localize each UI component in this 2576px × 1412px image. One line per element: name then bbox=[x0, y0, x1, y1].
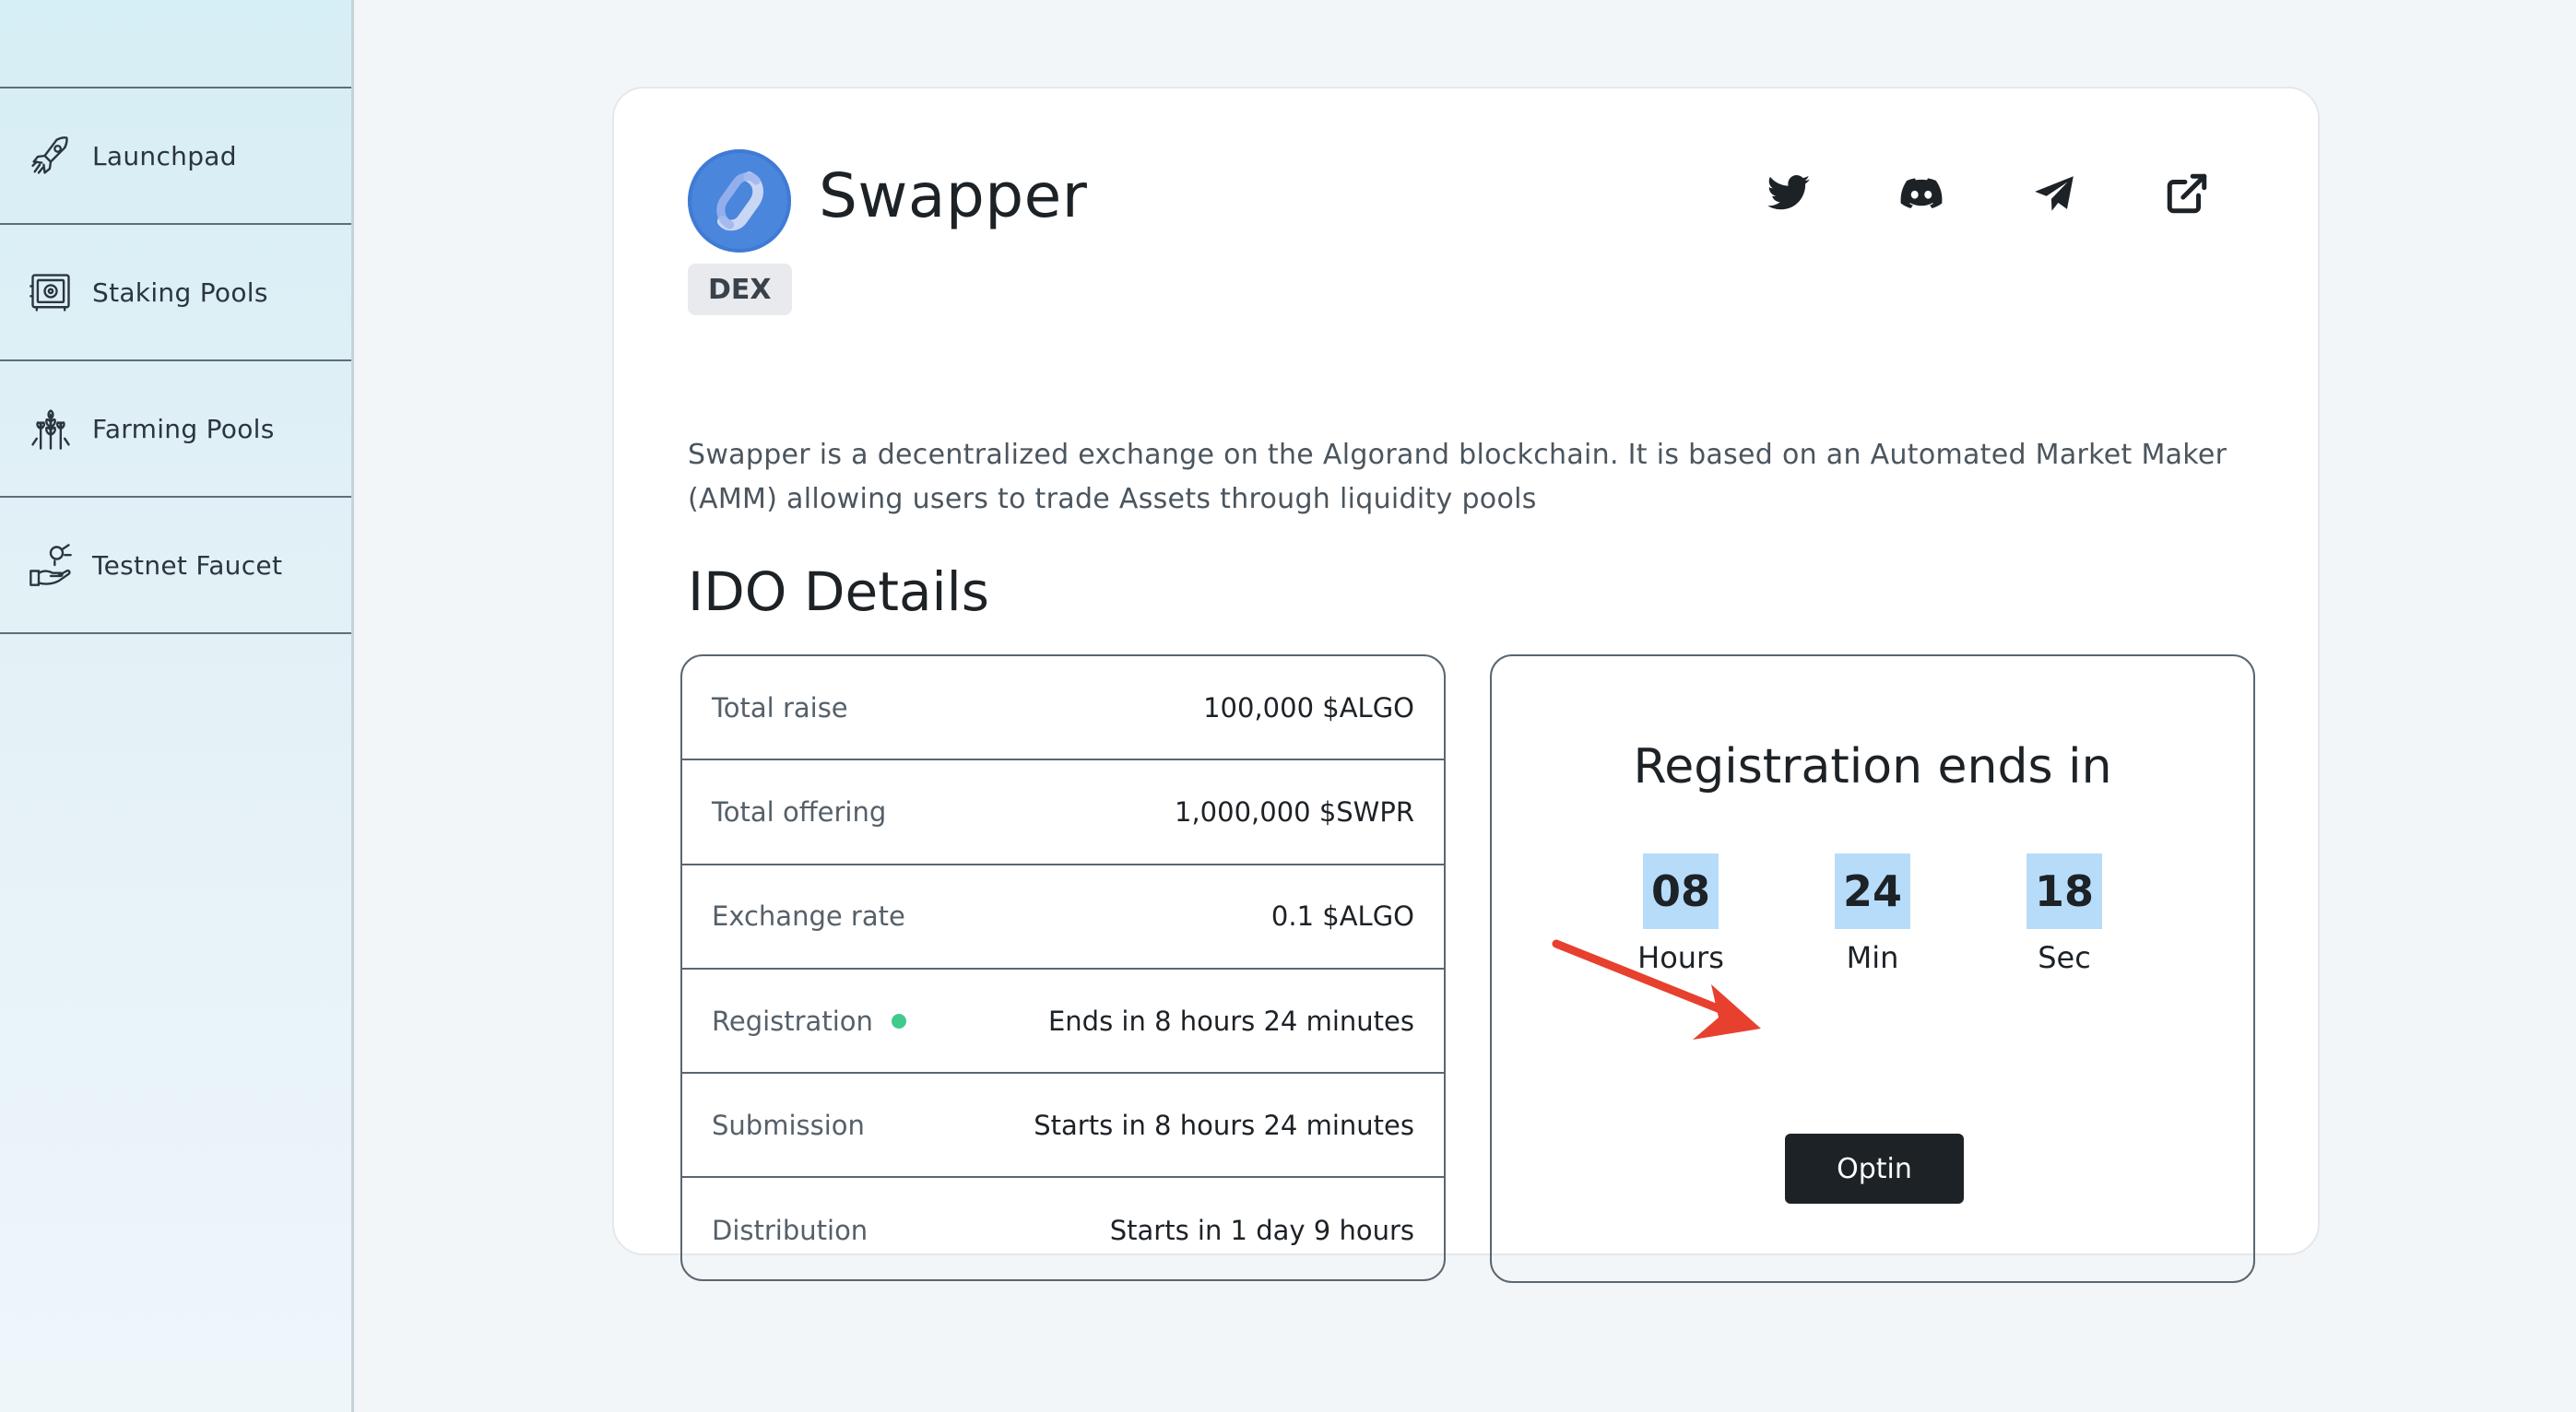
row-label: Submission bbox=[712, 1109, 865, 1141]
table-row: Exchange rate 0.1 $ALGO bbox=[682, 865, 1444, 970]
table-row: Distribution Starts in 1 day 9 hours bbox=[682, 1178, 1444, 1279]
row-label: Exchange rate bbox=[712, 900, 905, 933]
row-value: Ends in 8 hours 24 minutes bbox=[1047, 1005, 1414, 1037]
row-value: 1,000,000 $SWPR bbox=[1175, 795, 1414, 828]
project-description: Swapper is a decentralized exchange on t… bbox=[688, 439, 2227, 515]
row-value: 100,000 $ALGO bbox=[1203, 691, 1414, 724]
swapper-logo-icon bbox=[716, 171, 763, 231]
app-root: Launchpad Staking Pools Farming Pools Te… bbox=[0, 0, 2576, 1412]
sidebar-header bbox=[0, 0, 351, 88]
timer-seconds-label: Sec bbox=[2038, 940, 2091, 975]
ido-details-table: Total raise 100,000 $ALGO Total offering… bbox=[680, 654, 1446, 1281]
twitter-icon[interactable] bbox=[1765, 170, 1813, 218]
project-card: Swapper DEX Swapper is a decentralized e… bbox=[612, 87, 2320, 1283]
sidebar-item-label: Launchpad bbox=[92, 140, 237, 171]
hand-coin-icon bbox=[26, 540, 76, 590]
sidebar-item-launchpad[interactable]: Launchpad bbox=[0, 88, 351, 225]
timer-minutes: 24 Min bbox=[1835, 853, 1910, 975]
row-label: Total offering bbox=[712, 795, 887, 828]
ido-details-title: IDO Details bbox=[688, 560, 989, 623]
table-row: Submission Starts in 8 hours 24 minutes bbox=[682, 1074, 1444, 1179]
sidebar-item-label: Testnet Faucet bbox=[92, 549, 283, 581]
timer-minutes-label: Min bbox=[1846, 940, 1899, 975]
sidebar-item-testnet-faucet[interactable]: Testnet Faucet bbox=[0, 498, 351, 634]
row-label-registration: Registration bbox=[712, 1006, 906, 1037]
project-logo bbox=[688, 149, 791, 253]
social-links bbox=[1765, 170, 2211, 218]
sidebar: Launchpad Staking Pools Farming Pools Te… bbox=[0, 0, 354, 1412]
sidebar-item-farming-pools[interactable]: Farming Pools bbox=[0, 361, 351, 498]
row-label: Distribution bbox=[712, 1215, 869, 1247]
timer-hours-value: 08 bbox=[1643, 853, 1719, 929]
timer-seconds: 18 Sec bbox=[2027, 853, 2102, 975]
wheat-icon bbox=[26, 404, 76, 453]
row-label-text: Registration bbox=[712, 1005, 873, 1037]
timer-hours-label: Hours bbox=[1637, 940, 1724, 975]
external-link-icon[interactable] bbox=[2163, 170, 2211, 218]
table-row: Total raise 100,000 $ALGO bbox=[682, 656, 1444, 761]
timer-seconds-value: 18 bbox=[2027, 853, 2102, 929]
safe-icon bbox=[26, 267, 76, 317]
project-name: Swapper bbox=[819, 160, 1088, 231]
discord-icon[interactable] bbox=[1897, 170, 1945, 218]
optin-button[interactable]: Optin bbox=[1785, 1134, 1964, 1204]
table-row: Registration Ends in 8 hours 24 minutes bbox=[682, 970, 1444, 1075]
row-label: Total raise bbox=[712, 691, 848, 724]
row-value: 0.1 $ALGO bbox=[1270, 900, 1414, 933]
sidebar-item-staking-pools[interactable]: Staking Pools bbox=[0, 225, 351, 361]
table-row: Total offering 1,000,000 $SWPR bbox=[682, 760, 1444, 865]
timer-hours: 08 Hours bbox=[1637, 853, 1724, 975]
countdown-title: Registration ends in bbox=[1633, 739, 2112, 794]
status-dot bbox=[891, 1013, 906, 1029]
sidebar-item-label: Staking Pools bbox=[92, 277, 268, 308]
countdown-timer: 08 Hours 24 Min 18 Sec bbox=[1492, 853, 2253, 975]
category-tag: DEX bbox=[688, 264, 792, 315]
sidebar-item-label: Farming Pools bbox=[92, 413, 275, 444]
row-value: Starts in 8 hours 24 minutes bbox=[1034, 1109, 1414, 1141]
telegram-icon[interactable] bbox=[2030, 170, 2078, 218]
rocket-icon bbox=[26, 131, 76, 181]
timer-minutes-value: 24 bbox=[1835, 853, 1910, 929]
row-value: Starts in 1 day 9 hours bbox=[1109, 1215, 1414, 1247]
countdown-panel: Registration ends in 08 Hours 24 Min 18 … bbox=[1490, 654, 2255, 1283]
